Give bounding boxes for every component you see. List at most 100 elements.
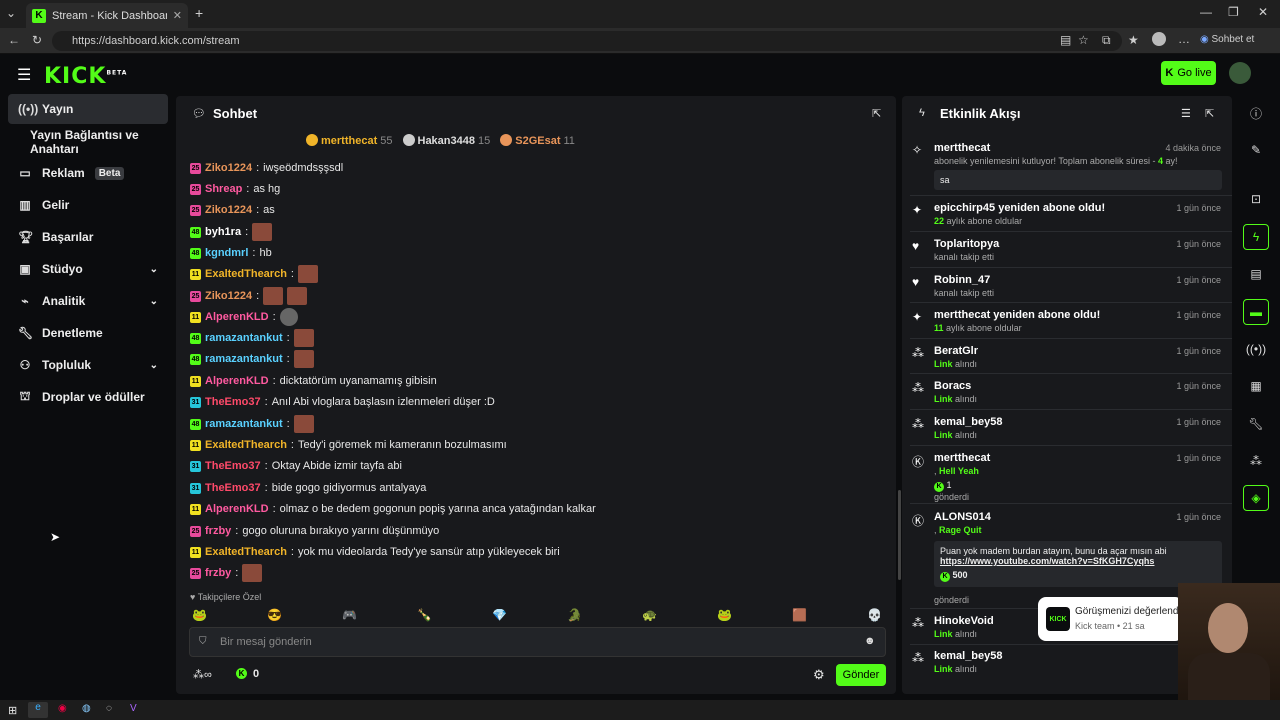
- maximize-icon[interactable]: ❐: [1228, 5, 1239, 19]
- event-name[interactable]: HinokeVoid: [934, 615, 994, 627]
- sidebar-item-analitik[interactable]: ⌁ Analitik ⌄: [8, 286, 168, 316]
- chat-username[interactable]: frzby: [205, 525, 231, 537]
- chat-username[interactable]: byh1ra: [205, 226, 241, 238]
- emote-frog3-icon[interactable]: 🐸: [717, 608, 732, 622]
- event-name[interactable]: ALONS014: [934, 511, 991, 523]
- event-name[interactable]: mertthecat: [934, 142, 990, 154]
- sidebar-item-stream-key[interactable]: Yayın Bağlantısı ve Anahtarı: [8, 127, 168, 157]
- url-field[interactable]: https://dashboard.kick.com/stream: [52, 31, 1122, 51]
- edge-icon[interactable]: e: [28, 702, 48, 718]
- event-name[interactable]: Boracs: [934, 380, 971, 392]
- broadcast-rail-icon[interactable]: ((•)): [1243, 336, 1269, 362]
- capture-icon[interactable]: ⊡: [1243, 186, 1269, 212]
- hamburger-menu-icon[interactable]: ☰: [17, 65, 31, 85]
- close-window-icon[interactable]: ✕: [1258, 5, 1268, 19]
- event-name[interactable]: BeratGlr: [934, 345, 978, 357]
- chat-username[interactable]: TheEmo37: [205, 460, 261, 472]
- chat-username[interactable]: ExaltedThearch: [205, 439, 287, 451]
- event-name[interactable]: Toplaritopya: [934, 238, 999, 250]
- sidebar-item-yayin[interactable]: ((•)) Yayın: [8, 94, 168, 124]
- chat-username[interactable]: ramazantankut: [205, 353, 283, 365]
- chat-username[interactable]: TheEmo37: [205, 396, 261, 408]
- chat-username[interactable]: kgndmrl: [205, 247, 248, 259]
- chat-emote[interactable]: [293, 350, 314, 368]
- emote-glasses-icon[interactable]: 😎: [267, 608, 282, 622]
- chat-username[interactable]: ExaltedThearch: [205, 546, 287, 558]
- supporter-1[interactable]: mertthecat 55: [306, 134, 393, 147]
- chat-username[interactable]: ExaltedThearch: [205, 268, 287, 280]
- notes-icon[interactable]: ▤: [1243, 261, 1269, 287]
- chat-username[interactable]: Ziko1224: [205, 290, 252, 302]
- community-rail-icon[interactable]: ⁂: [1243, 448, 1269, 474]
- event-name[interactable]: mertthecat yeniden abone oldu!: [934, 309, 1100, 321]
- emote-frog2-icon[interactable]: 🐢: [642, 608, 657, 622]
- more-icon[interactable]: …: [1178, 32, 1190, 46]
- refresh-icon[interactable]: ↻: [32, 33, 42, 47]
- event-name[interactable]: epicchirp45 yeniden abone oldu!: [934, 202, 1105, 214]
- profile-icon[interactable]: [1152, 32, 1166, 46]
- drops-rail-icon[interactable]: ◈: [1243, 485, 1269, 511]
- new-tab-icon[interactable]: +: [195, 5, 203, 21]
- sidebar-item-topluluk[interactable]: ⚇ Topluluk ⌄: [8, 350, 168, 380]
- chat-username[interactable]: Ziko1224: [205, 204, 252, 216]
- chat-emote[interactable]: [279, 308, 298, 326]
- back-icon[interactable]: ←: [8, 33, 20, 47]
- close-tab-icon[interactable]: ✕: [173, 9, 182, 22]
- sidebar-item-gelir[interactable]: ▥ Gelir: [8, 190, 168, 220]
- event-name[interactable]: kemal_bey58: [934, 650, 1003, 662]
- info-icon[interactable]: ⓘ: [1243, 100, 1269, 126]
- wrench-rail-icon[interactable]: 🔧︎: [1243, 411, 1269, 437]
- chat-settings-icon[interactable]: ⚙: [813, 667, 825, 683]
- favorite-icon[interactable]: ☆: [1078, 33, 1089, 47]
- emoji-picker-icon[interactable]: ☻: [864, 635, 876, 647]
- app-icon-3[interactable]: V: [130, 703, 137, 714]
- event-name[interactable]: mertthecat: [934, 452, 990, 464]
- app-icon-2[interactable]: ◌: [106, 703, 112, 714]
- favorites-icon[interactable]: ★: [1128, 33, 1139, 47]
- copilot-button[interactable]: ◉ Sohbet et: [1200, 34, 1254, 45]
- emote-blue-icon[interactable]: 💎: [492, 608, 507, 622]
- sidebar-item-droplar[interactable]: ⛫ Droplar ve ödüller: [8, 382, 168, 412]
- layout-icon[interactable]: ▦: [1243, 373, 1269, 399]
- filter-icon[interactable]: ☰: [1181, 107, 1191, 120]
- chat-username[interactable]: frzby: [205, 567, 231, 579]
- supporter-3[interactable]: S2GEsat 11: [500, 134, 575, 147]
- event-link[interactable]: https://www.youtube.com/watch?v=SfKGH7Cy…: [940, 556, 1216, 566]
- chat-username[interactable]: AlperenKLD: [205, 311, 269, 323]
- rating-toast[interactable]: KICK Görüşmenizi değerlendirin Kick team…: [1038, 597, 1183, 641]
- chat-emote[interactable]: [242, 564, 263, 582]
- event-name[interactable]: Robinn_47: [934, 274, 990, 286]
- steam-icon[interactable]: ◍: [82, 703, 91, 714]
- chat-emote[interactable]: [287, 287, 308, 305]
- browser-tab[interactable]: K Stream - Kick Dashboard ✕: [26, 3, 188, 28]
- chat-username[interactable]: AlperenKLD: [205, 503, 269, 515]
- extensions-icon[interactable]: ⧉: [1102, 33, 1111, 48]
- chat-emote[interactable]: [252, 223, 273, 241]
- popout-icon[interactable]: ⇱: [1205, 107, 1214, 120]
- emote-frog-icon[interactable]: 🐸: [192, 608, 207, 622]
- chat-emote[interactable]: [263, 287, 284, 305]
- minimize-icon[interactable]: —: [1200, 5, 1212, 19]
- emote-bottle-icon[interactable]: 🍾: [417, 608, 432, 622]
- sidebar-item-denetleme[interactable]: 🔧︎ Denetleme: [8, 318, 168, 348]
- chat-emote[interactable]: [293, 415, 314, 433]
- chat-username[interactable]: TheEmo37: [205, 482, 261, 494]
- chat-username[interactable]: AlperenKLD: [205, 375, 269, 387]
- reader-icon[interactable]: ▤: [1060, 33, 1071, 47]
- emote-gamer-icon[interactable]: 🎮: [342, 608, 357, 622]
- event-name[interactable]: kemal_bey58: [934, 416, 1003, 428]
- windows-start-icon[interactable]: ⊞: [8, 704, 17, 717]
- user-avatar[interactable]: [1229, 62, 1251, 84]
- kick-logo[interactable]: KICKBETA: [44, 64, 127, 89]
- chat-username[interactable]: Ziko1224: [205, 162, 252, 174]
- chat-emote[interactable]: [297, 265, 318, 283]
- chat-message-input[interactable]: Bir mesaj gönderin: [189, 627, 886, 657]
- sidebar-item-studyo[interactable]: ▣ Stüdyo ⌄: [8, 254, 168, 284]
- sidebar-item-reklam[interactable]: ▭ Reklam Beta: [8, 158, 168, 188]
- chat-username[interactable]: ramazantankut: [205, 332, 283, 344]
- emote-skull-icon[interactable]: 💀: [867, 608, 882, 622]
- chat-emote[interactable]: [293, 329, 314, 347]
- chat-rail-icon[interactable]: ▬: [1243, 299, 1269, 325]
- sidebar-item-basarilar[interactable]: 🏆︎ Başarılar: [8, 222, 168, 252]
- app-icon-1[interactable]: ◉: [58, 703, 67, 714]
